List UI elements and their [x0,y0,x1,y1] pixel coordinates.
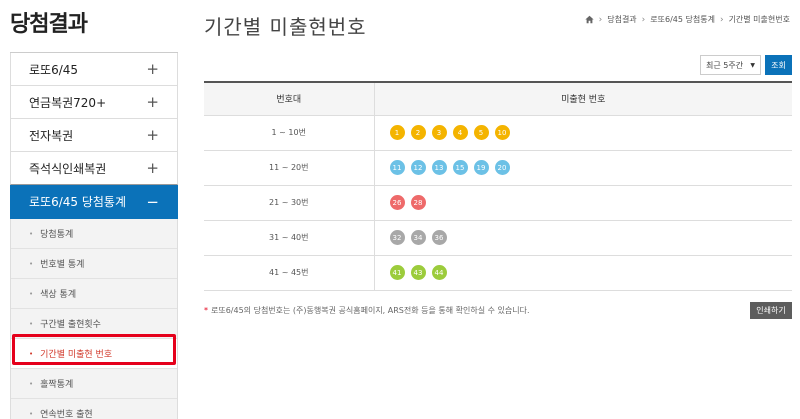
caret-down-icon: ▼ [750,61,755,69]
range-cell: 21 ~ 30번 [204,185,375,221]
footnote: * 로또6/45의 당첨번호는 (주)동행복권 공식홈페이지, ARS전화 등을 … [204,305,530,316]
table-row: 11 ~ 20번 11 12 13 15 19 20 [204,150,793,186]
bullet-icon: • [29,379,34,388]
plus-icon: + [146,126,159,144]
range-cell: 41 ~ 45번 [204,255,375,291]
number-ball: 3 [431,125,447,140]
home-icon[interactable] [584,15,594,24]
sidebar-submenu: • 당첨통계 • 번호별 통계 • 색상 통계 • 구간별 출현횟수 • 기간별 미출현 … [10,219,178,419]
sidebar-item-label: 로또6/45 [29,62,79,77]
number-balls: 1 2 3 4 5 10 [389,125,793,140]
breadcrumb-item-current: 기간별 미출현번호 [728,15,790,24]
bullet-icon: • [29,289,34,298]
chevron-right-icon: › [719,14,724,25]
number-ball: 11 [389,160,405,175]
toolbar: 최근 5주간 ▼ 조회 [700,55,792,75]
chevron-right-icon: › [598,14,603,25]
range-cell: 11 ~ 20번 [204,150,375,186]
number-ball: 15 [452,160,468,175]
plus-icon: + [146,159,159,177]
sidebar-item-pension720[interactable]: 연금복권720+ + [10,86,178,119]
sidebar-item-lotto-stats[interactable]: 로또6/45 당첨통계 − [10,185,178,219]
sidebar-item-label: 전자복권 [29,128,74,143]
sidebar-item-label: 로또6/45 당첨통계 [29,195,127,209]
numbers-cell: 32 34 36 [374,220,793,256]
number-ball: 32 [389,230,405,245]
sidebar-item-electronic[interactable]: 전자복권 + [10,119,178,152]
asterisk-icon: * [204,306,208,315]
plus-icon: + [146,93,159,111]
minus-icon: − [146,192,159,211]
bullet-icon: • [29,229,34,238]
submenu-item-number-stats[interactable]: • 번호별 통계 [11,249,177,279]
footnote-text: 로또6/45의 당첨번호는 (주)동행복권 공식홈페이지, ARS전화 등을 통… [211,306,530,315]
table-row: 31 ~ 40번 32 34 36 [204,220,793,256]
number-ball: 20 [494,160,510,175]
bullet-icon: • [29,319,34,328]
sidebar-item-instant[interactable]: 즉석식인쇄복권 + [10,152,178,185]
number-balls: 32 34 36 [389,230,793,245]
sidebar: 당첨결과 로또6/45 + 연금복권720+ + 전자복권 + 즉석식인쇄복권 … [0,0,178,419]
submenu-item-label: 색상 통계 [40,290,77,300]
chevron-right-icon: › [641,14,646,25]
period-select[interactable]: 최근 5주간 ▼ [700,55,761,75]
breadcrumb-item[interactable]: 당첨결과 [607,14,636,25]
submenu-item-label: 구간별 출현횟수 [40,320,101,330]
numbers-cell: 1 2 3 4 5 10 [374,115,793,151]
sidebar-title: 당첨결과 [10,12,88,37]
number-ball: 5 [473,125,489,140]
number-ball: 1 [389,125,405,140]
period-select-value: 최근 5주간 [706,60,744,70]
page-title: 기간별 미출현번호 [204,15,367,39]
number-ball: 43 [410,265,426,280]
range-cell: 1 ~ 10번 [204,115,375,151]
table-row: 21 ~ 30번 26 28 [204,185,793,221]
submenu-item-color-stats[interactable]: • 색상 통계 [11,279,177,309]
bullet-icon: • [29,409,34,418]
bullet-icon: • [29,259,34,268]
sidebar-item-label: 즉석식인쇄복권 [29,161,107,176]
table-header-row: 번호대 미출현 번호 [204,82,792,116]
numbers-cell: 11 12 13 15 19 20 [374,150,793,186]
numbers-cell: 26 28 [374,185,793,221]
submenu-item-label: 연속번호 출현 [40,410,93,419]
number-ball: 13 [431,160,447,175]
number-balls: 26 28 [389,195,793,210]
sidebar-item-lotto645[interactable]: 로또6/45 + [10,53,178,86]
submenu-item-label: 당첨통계 [40,230,74,240]
print-button[interactable]: 인쇄하기 [750,302,792,319]
table-row: 41 ~ 45번 41 43 44 [204,255,793,291]
breadcrumb-item[interactable]: 로또6/45 당첨통계 [650,14,715,25]
number-ball: 19 [473,160,489,175]
number-balls: 11 12 13 15 19 20 [389,160,793,175]
submenu-item-win-stats[interactable]: • 당첨통계 [11,219,177,249]
number-ball: 4 [452,125,468,140]
number-ball: 12 [410,160,426,175]
submenu-item-consecutive[interactable]: • 연속번호 출현 [11,399,177,419]
table-row: 1 ~ 10번 1 2 3 4 5 10 [204,115,793,151]
submenu-item-label: 홀짝통계 [40,380,74,390]
number-ball: 26 [389,195,405,210]
number-ball: 2 [410,125,426,140]
submenu-item-label: 번호별 통계 [40,260,85,270]
number-ball: 44 [431,265,447,280]
plus-icon: + [146,60,159,78]
highlight-box [12,334,176,365]
number-ball: 10 [494,125,510,140]
number-ball: 36 [431,230,447,245]
unappeared-numbers-table: 번호대 미출현 번호 1 ~ 10번 1 2 3 4 5 10 11 ~ 20번 11 12 13 1… [204,81,792,291]
numbers-cell: 41 43 44 [374,255,793,291]
number-ball: 34 [410,230,426,245]
query-button[interactable]: 조회 [765,55,792,75]
range-cell: 31 ~ 40번 [204,220,375,256]
submenu-item-odd-even[interactable]: • 홀짝통계 [11,369,177,399]
number-balls: 41 43 44 [389,265,793,280]
number-ball: 28 [410,195,426,210]
column-header-range: 번호대 [204,82,375,116]
column-header-numbers: 미출현 번호 [374,82,792,116]
number-ball: 41 [389,265,405,280]
sidebar-item-label: 연금복권720+ [29,95,107,110]
breadcrumb: › 당첨결과 › 로또6/45 당첨통계 › 기간별 미출현번호 [584,14,790,25]
